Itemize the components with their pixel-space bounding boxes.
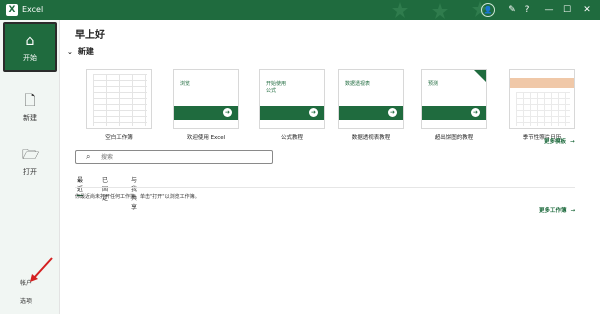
excel-logo-icon: X: [6, 4, 18, 16]
search-box[interactable]: ⌕: [75, 150, 273, 164]
template-photo-calendar[interactable]: 季节性照片日历: [509, 69, 575, 141]
new-section-header[interactable]: ⌄ 新建: [67, 46, 94, 57]
template-label: 超出饼图的教程: [434, 135, 474, 141]
template-thumbnail: [509, 69, 575, 129]
sidebar-item-home[interactable]: ⌂ 开始: [3, 22, 57, 72]
home-icon: ⌂: [25, 33, 35, 49]
template-thumbnail: 开始使用 公式 ➜: [259, 69, 325, 129]
arrow-right-icon: ➜: [309, 108, 318, 117]
sidebar-item-options[interactable]: 选项: [20, 296, 32, 305]
folder-icon: 🗁: [22, 147, 40, 163]
template-thumbnail: 浏览 ➜: [173, 69, 239, 129]
maximize-button[interactable]: ☐: [560, 3, 574, 17]
backstage-main: 早上好 ⌄ 新建 空白工作簿 浏览 ➜ 欢迎使用 Excel 开始使用 公式 ➜ …: [61, 20, 600, 314]
window-title: Excel: [22, 5, 44, 14]
template-label: 公式教程: [280, 135, 303, 141]
feedback-icon[interactable]: ✎: [505, 3, 519, 17]
sidebar-item-new[interactable]: 🗋 新建: [3, 84, 57, 134]
template-label: 数据透视表教程: [351, 135, 391, 141]
template-chart-tutorial[interactable]: 预测 ➜ 超出饼图的教程: [421, 69, 487, 141]
template-pivot-tutorial[interactable]: 数据透视表 ➜ 数据透视表教程: [338, 69, 404, 141]
arrow-right-icon: →: [570, 139, 575, 145]
template-thumbnail: 预测 ➜: [421, 69, 487, 129]
template-blank-workbook[interactable]: 空白工作簿: [86, 69, 152, 141]
template-thumbnail: 数据透视表 ➜: [338, 69, 404, 129]
sidebar-item-label: 新建: [23, 114, 37, 122]
template-formula-tutorial[interactable]: 开始使用 公式 ➜ 公式教程: [259, 69, 325, 141]
new-badge-icon: [474, 70, 486, 82]
minimize-button[interactable]: —: [542, 3, 556, 17]
empty-recent-message: 你最近尚未打开任何工作簿。单击"打开"以浏览工作簿。: [75, 194, 200, 200]
arrow-right-icon: ➜: [471, 108, 480, 117]
more-templates-link[interactable]: 更多模板 →: [544, 137, 575, 145]
arrow-right-icon: →: [570, 208, 576, 214]
sidebar-item-open[interactable]: 🗁 打开: [3, 138, 57, 188]
arrow-right-icon: ➜: [388, 108, 397, 117]
template-welcome-excel[interactable]: 浏览 ➜ 欢迎使用 Excel: [173, 69, 239, 141]
new-section-title: 新建: [77, 47, 94, 56]
annotation-arrow-icon: [30, 257, 53, 282]
search-input[interactable]: [101, 152, 266, 162]
divider: [75, 187, 575, 188]
arrow-right-icon: ➜: [223, 108, 232, 117]
chevron-down-icon: ⌄: [67, 48, 73, 56]
search-icon: ⌕: [86, 152, 91, 161]
greeting-title: 早上好: [75, 30, 105, 41]
help-icon[interactable]: ?: [520, 3, 534, 17]
template-label: 欢迎使用 Excel: [186, 135, 226, 141]
template-label: 空白工作簿: [105, 135, 133, 141]
sidebar-item-label: 打开: [23, 168, 37, 176]
more-workbooks-link[interactable]: 更多工作簿 →: [539, 206, 575, 214]
title-bar: X Excel 👤 ✎ ? — ☐ ✕: [0, 0, 600, 20]
user-icon[interactable]: 👤: [481, 3, 495, 17]
sidebar-item-label: 开始: [23, 54, 37, 62]
new-file-icon: 🗋: [24, 93, 36, 109]
template-thumbnail: [86, 69, 152, 129]
close-button[interactable]: ✕: [580, 3, 594, 17]
